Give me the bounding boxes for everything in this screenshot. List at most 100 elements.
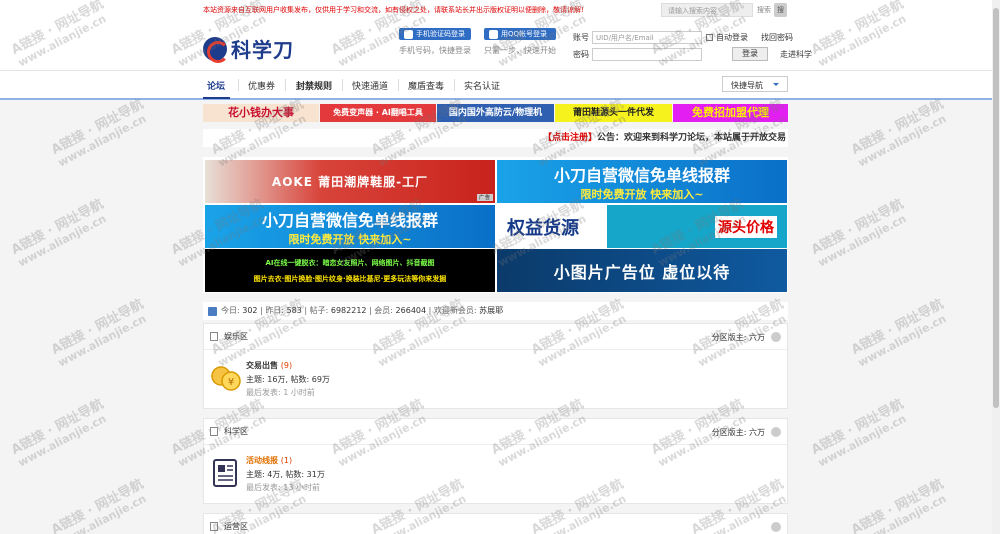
ad-wechat-group-1[interactable]: 小刀自营微信免单线报群 限时免费开放 快来加入~: [497, 160, 787, 203]
scrollbar[interactable]: [992, 0, 1000, 534]
qq-login: 用QQ帐号登录 只需一步，快速开始: [484, 28, 556, 56]
qq-icon: [489, 29, 498, 39]
forum-title[interactable]: 活动线报 (1): [246, 455, 292, 466]
ad-placeholder[interactable]: 小图片广告位 虚位以待: [497, 249, 787, 292]
trade-icon: ¥: [211, 366, 241, 391]
collapse-icon[interactable]: [771, 522, 781, 532]
phone-login-button[interactable]: 手机验证码登录: [399, 28, 471, 40]
document-icon: [210, 332, 218, 341]
svg-text:¥: ¥: [228, 377, 234, 388]
watermark-line: www.alianjie.cn: [15, 212, 109, 270]
forgot-password-link[interactable]: 找回密码: [761, 32, 793, 43]
qq-login-button[interactable]: 用QQ帐号登录: [484, 28, 556, 40]
strip-ad-4[interactable]: 莆田鞋源头一件代发: [555, 104, 672, 122]
forum-name: 交易出售: [246, 361, 278, 370]
forum-new-count: (9): [280, 361, 293, 370]
forum-title[interactable]: 交易出售 (9): [246, 360, 292, 371]
section-title[interactable]: 运营区: [224, 521, 248, 532]
watermark-text: A链接 · 网址导航 www.alianjie.cn: [849, 97, 952, 171]
ad-ai-title: AI在线一键脱衣：暗恋女友照片、网络图片、抖音截图: [265, 258, 435, 267]
stats-members: 266404: [395, 306, 427, 315]
strip-ad-5[interactable]: 免费招加盟代理: [673, 104, 788, 122]
qq-login-label: 用QQ帐号登录: [501, 30, 548, 38]
nav-quick-channel[interactable]: 快速通道: [352, 79, 388, 92]
nav-forum[interactable]: 论坛: [207, 79, 225, 92]
login-button[interactable]: 登录: [732, 47, 768, 61]
ad-equity-source[interactable]: 权益货源 源头价格: [497, 205, 787, 248]
stats-today-label: 今日:: [221, 306, 240, 315]
chevron-down-icon: [773, 83, 779, 86]
register-link[interactable]: 【点击注册】: [543, 133, 597, 143]
nav-ban-rules[interactable]: 封禁规则: [296, 79, 332, 92]
collapse-icon[interactable]: [771, 332, 781, 342]
watermark-text: A链接 · 网址导航 www.alianjie.cn: [48, 296, 152, 371]
account-input[interactable]: UID/用户名/Email: [592, 30, 702, 44]
ad-placeholder-text: 小图片广告位 虚位以待: [553, 262, 731, 282]
watermark-line: A链接 · 网址导航: [48, 476, 147, 534]
ad-shoes-text: AOKE 莆田潮牌鞋服-工厂: [271, 175, 429, 189]
watermark-line: A链接 · 网址导航: [848, 476, 947, 534]
checkbox-icon: [706, 33, 713, 41]
password-input[interactable]: [592, 47, 702, 61]
ad-wechat-sub: 限时免费开放 快来加入~: [580, 187, 704, 201]
chart-icon: [208, 306, 217, 316]
watermark-line: www.alianjie.cn: [855, 312, 949, 370]
nav-virus-scan[interactable]: 魔盾查毒: [408, 79, 444, 92]
watermark-text: A链接 · 网址导航 www.alianjie.cn: [8, 196, 112, 271]
site-logo[interactable]: 科学刀: [203, 34, 294, 63]
logo-icon: [203, 36, 229, 63]
section-title[interactable]: 科学区: [224, 426, 248, 437]
ad-wechat-sub: 限时免费开放 快来加入~: [288, 232, 412, 246]
stats-yesterday-label: 昨日:: [265, 306, 285, 315]
enter-science-link[interactable]: 走进科学: [780, 49, 812, 60]
section-header: 运营区: [204, 514, 787, 534]
watermark-text: A链接 · 网址导航 www.alianjie.cn: [848, 476, 952, 534]
auto-login-label: 自动登录: [716, 32, 748, 42]
stats-today: 302: [242, 306, 258, 315]
watermark-line: A链接 · 网址导航: [8, 196, 107, 258]
ad-ai-tool[interactable]: AI在线一键脱衣：暗恋女友照片、网络图片、抖音截图 图片去衣·图片换脸·图片纹身…: [205, 249, 495, 292]
watermark-line: A链接 · 网址导航: [808, 396, 907, 458]
watermark-line: www.alianjie.cn: [815, 212, 909, 270]
strip-ad-3[interactable]: 国内国外高防云/物理机: [437, 104, 554, 122]
section-science: 科学区 分区版主: 六万 活动线报 (1) 主题: 4万, 帖数: 31万 最后…: [203, 418, 788, 504]
watermark-text: A链接 · 网址导航 www.alianjie.cn: [809, 197, 912, 271]
top-search-input[interactable]: 请输入搜索内容: [661, 3, 753, 17]
qq-login-sub: 只需一步，快速开始: [484, 46, 556, 55]
forum-last-post[interactable]: 最后发表: 1 小时前: [246, 387, 315, 398]
forum-last-post[interactable]: 最后发表: 13 小时前: [246, 482, 320, 493]
watermark-line: www.alianjie.cn: [815, 412, 909, 470]
top-bar: 本站资源来自互联网用户收集发布，仅供用于学习和交流，如有侵权之处，请联系站长并出…: [0, 0, 1000, 20]
watermark-line: A链接 · 网址导航: [8, 396, 107, 458]
top-search-button[interactable]: 搜: [774, 3, 787, 17]
forum-new-count: (1): [280, 456, 293, 465]
stats-new-member[interactable]: 苏展耶: [479, 302, 503, 320]
nav-active-indicator: [203, 97, 230, 99]
strip-ad-2[interactable]: 免费变声器 · AI翻唱工具: [320, 104, 436, 122]
collapse-icon[interactable]: [771, 427, 781, 437]
watermark-text: A链接 · 网址导航 www.alianjie.cn: [8, 396, 112, 471]
nav-divider: [454, 79, 455, 91]
ad-wechat-title: 小刀自营微信免单线报群: [261, 210, 438, 230]
scrollbar-thumb[interactable]: [993, 8, 999, 408]
quick-nav-dropdown[interactable]: 快捷导航: [722, 76, 788, 92]
watermark-text: A链接 · 网址导航 www.alianjie.cn: [808, 396, 912, 471]
stats-welcome-label: 欢迎新会员:: [433, 306, 477, 315]
section-title[interactable]: 娱乐区: [224, 331, 248, 342]
section-header: 娱乐区 分区版主: 六万: [204, 324, 787, 350]
watermark-line: A链接 · 网址导航: [48, 296, 147, 358]
section-header: 科学区 分区版主: 六万: [204, 419, 787, 445]
nav-real-name[interactable]: 实名认证: [464, 79, 500, 92]
ad-shoes[interactable]: AOKE 莆田潮牌鞋服-工厂 广告: [205, 160, 495, 203]
ad-wechat-group-2[interactable]: 小刀自营微信免单线报群 限时免费开放 快来加入~: [205, 205, 495, 248]
main-nav: 论坛 优惠券 封禁规则 快速通道 魔盾查毒 实名认证 快捷导航: [0, 70, 1000, 100]
stats-posts: 6982212: [330, 306, 367, 315]
auto-login-checkbox[interactable]: 自动登录: [706, 32, 748, 43]
strip-ad-1[interactable]: 花小钱办大事: [203, 104, 319, 122]
document-icon: [210, 427, 218, 436]
phone-login: 手机验证码登录 手机号码，快捷登录: [399, 28, 471, 56]
ad-ai-sub: 图片去衣·图片换脸·图片纹身·换装比基尼·更多玩法等你来发掘: [253, 274, 447, 283]
forum-row: ¥ 交易出售 (9) 主题: 16万, 帖数: 69万 最后发表: 1 小时前: [204, 350, 787, 408]
section-operations: 运营区: [203, 513, 788, 534]
nav-coupons[interactable]: 优惠券: [248, 79, 275, 92]
